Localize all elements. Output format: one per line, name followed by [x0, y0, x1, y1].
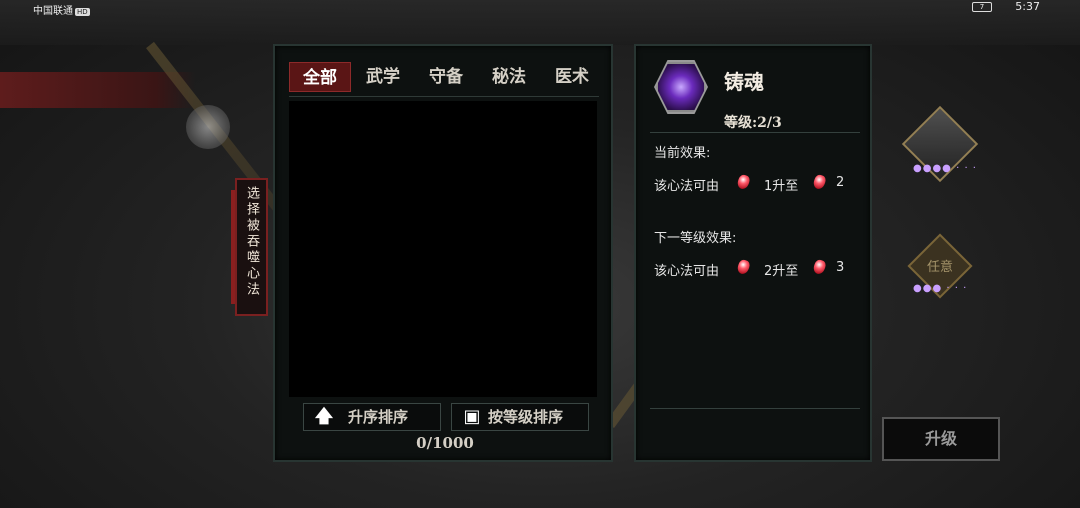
category-tabs: 全部 武学 守备 秘法 医术 — [287, 62, 597, 92]
select-swallow-text: 选择被吞噬心法 — [244, 186, 259, 298]
battery-icon: 7 — [972, 2, 992, 12]
current-effect-suffix: 2 — [836, 175, 845, 190]
skill-count: 0/1000 — [416, 434, 474, 452]
next-effect-title: 下一等级效果: — [654, 231, 737, 246]
ascending-sort-button[interactable]: 🡅 升序排序 — [303, 403, 441, 431]
tab-defense[interactable]: 守备 — [415, 62, 477, 92]
next-effect-suffix: 3 — [836, 260, 845, 275]
ascending-sort-label: 升序排序 — [348, 408, 409, 426]
select-swallow-label: 选择被吞噬心法 — [231, 178, 268, 316]
clock: 5:37 — [1015, 0, 1040, 13]
next-effect-row: 该心法可由 2升至 3 — [654, 258, 864, 280]
skill-detail-panel: 铸魂 等级:2/3 当前效果: 该心法可由 1升至 2 下一等级效果: 该心法可… — [634, 44, 872, 462]
sort-by-level-button[interactable]: ▣ 按等级排序 — [451, 403, 589, 431]
skill-list[interactable] — [289, 101, 597, 397]
hd-badge: HD — [75, 8, 90, 16]
label-bar — [231, 190, 235, 304]
current-effect-prefix: 该心法可由 — [654, 179, 720, 194]
background-node — [186, 105, 230, 149]
arrow-up-icon: 🡅 — [314, 406, 334, 427]
current-effect-row: 该心法可由 1升至 2 — [654, 173, 864, 195]
blood-gem-icon — [811, 258, 828, 276]
current-effect-middle: 1升至 — [764, 179, 799, 194]
detail-bottom-divider — [650, 408, 860, 409]
next-effect-prefix: 该心法可由 — [654, 264, 720, 279]
tab-divider — [289, 96, 599, 97]
current-effect-title: 当前效果: — [654, 146, 711, 161]
tab-martial[interactable]: 武学 — [352, 62, 414, 92]
tab-all[interactable]: 全部 — [289, 62, 351, 92]
upgrade-button[interactable]: 升级 — [882, 417, 1000, 461]
status-bar: 中国联通 HD 7 5:37 — [0, 0, 1080, 17]
background-banner — [0, 72, 195, 108]
detail-divider — [650, 132, 860, 133]
carrier-name: 中国联通 HD — [33, 6, 90, 17]
skill-name: 铸魂 — [724, 70, 764, 94]
box-icon: ▣ — [463, 406, 481, 427]
skill-list-panel: 全部 武学 守备 秘法 医术 🡅 升序排序 ▣ 按等级排序 0/1000 — [273, 44, 613, 462]
tab-medicine[interactable]: 医术 — [541, 62, 603, 92]
sort-by-level-label: 按等级排序 — [488, 408, 564, 426]
blood-gem-icon — [735, 173, 752, 191]
blood-gem-icon — [811, 173, 828, 191]
any-slot-label: 任意 — [926, 260, 953, 275]
skill-level: 等级:2/3 — [724, 115, 782, 131]
next-effect-middle: 2升至 — [764, 264, 799, 279]
tab-secret[interactable]: 秘法 — [478, 62, 540, 92]
any-slot-dots: ●●● · · · — [913, 283, 968, 294]
portrait-dots: ●●●● · · · — [913, 163, 977, 174]
blood-gem-icon — [735, 258, 752, 276]
